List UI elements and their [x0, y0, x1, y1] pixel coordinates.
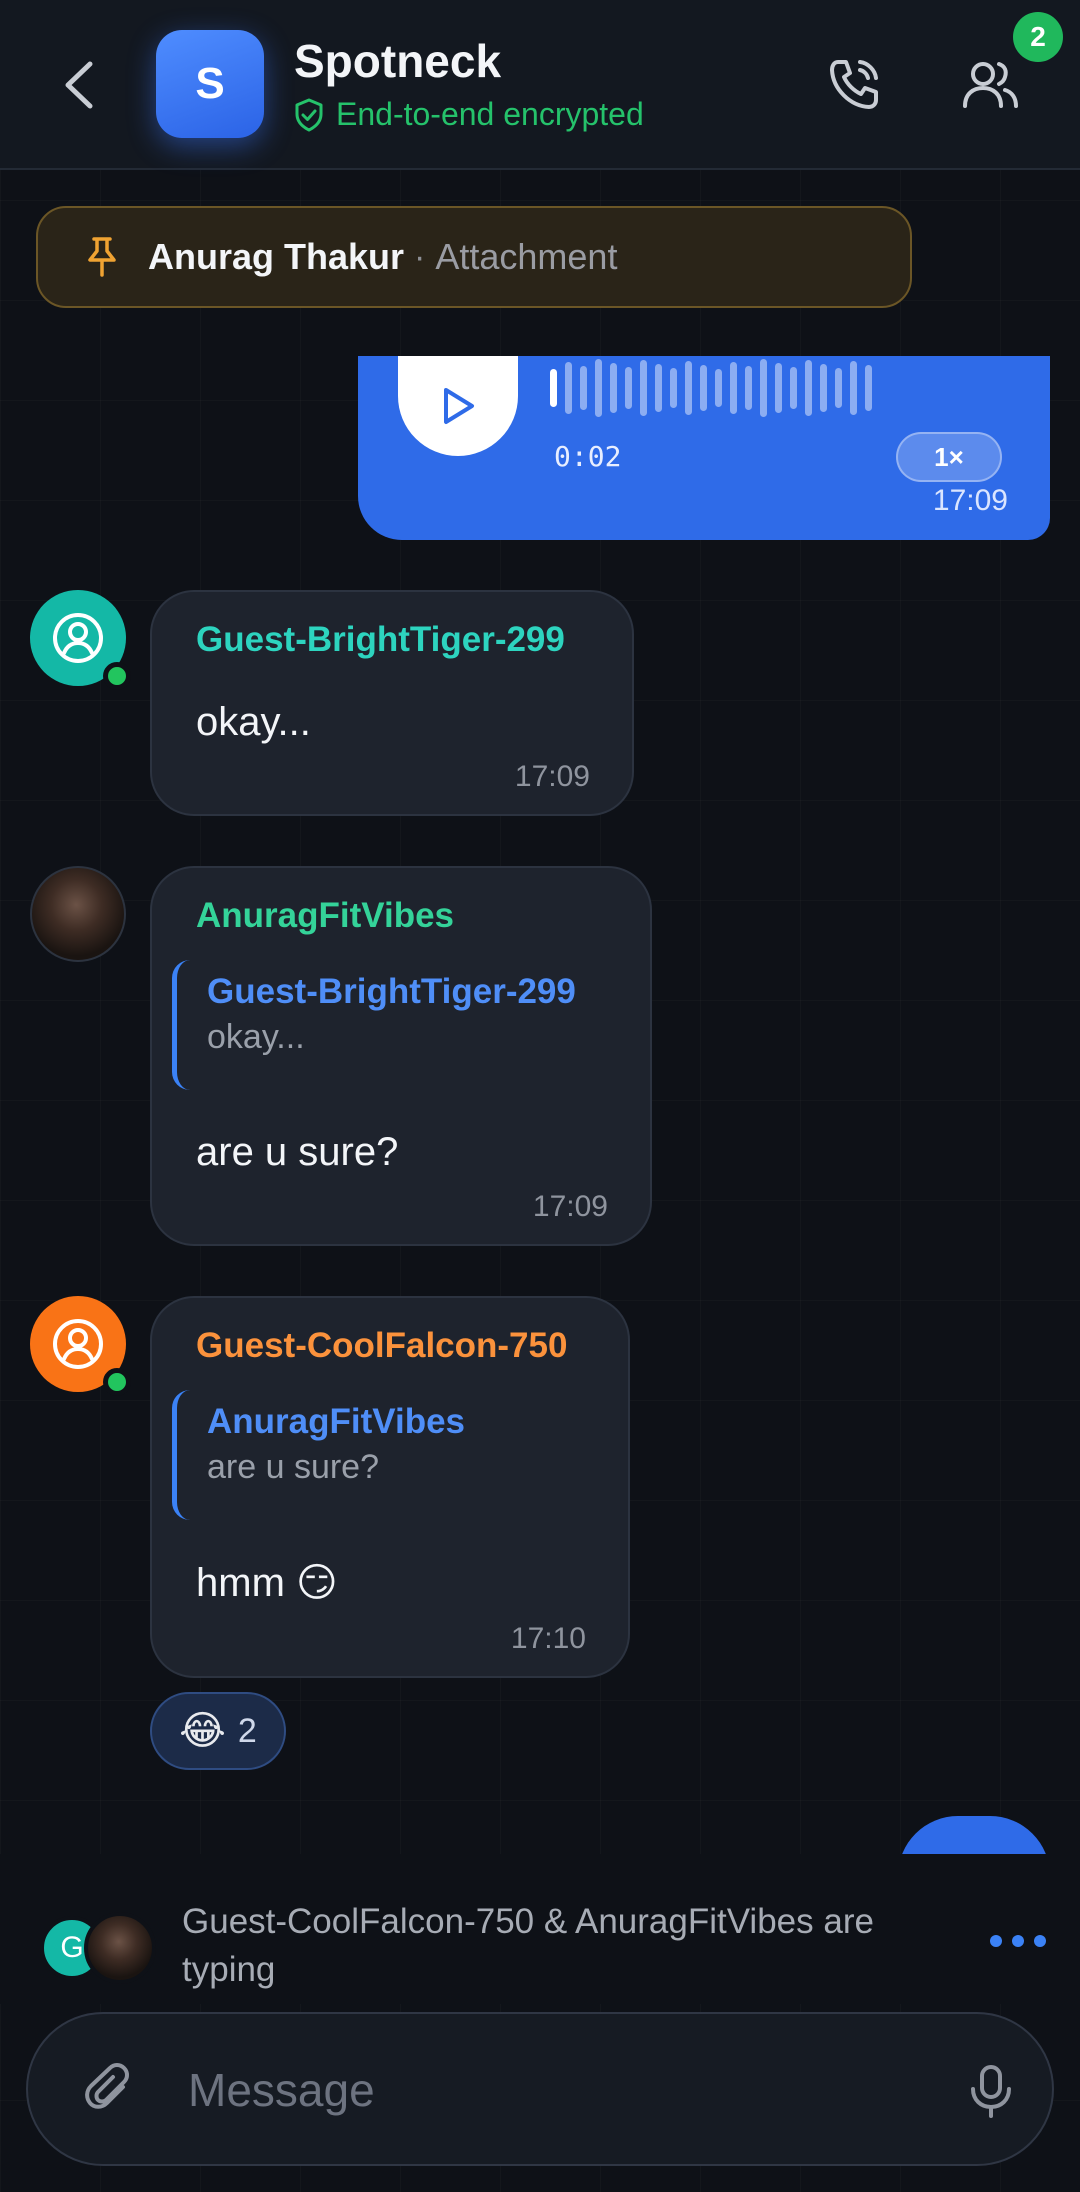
message-timestamp: 17:09	[532, 1190, 608, 1223]
waveform-bar	[820, 364, 827, 412]
shield-check-icon	[295, 98, 323, 131]
group-avatar-letter: S	[195, 59, 225, 108]
playback-speed-button[interactable]: 1×	[896, 432, 1002, 482]
reply-sender: AnuragFitVibes	[207, 1402, 466, 1441]
pin-icon	[88, 237, 116, 277]
reaction-chip[interactable]: 😂 2	[150, 1692, 286, 1770]
message-bubble[interactable]: AnuragFitVibes Guest-BrightTiger-299 oka…	[150, 866, 652, 1246]
encryption-label: End-to-end encrypted	[336, 96, 644, 132]
message-timestamp: 17:09	[514, 760, 590, 793]
waveform-bar	[835, 368, 842, 408]
chat-title[interactable]: Spotneck	[294, 34, 501, 88]
reaction-emoji: 😂	[179, 1709, 226, 1753]
reply-quote[interactable]: AnuragFitVibes are u sure?	[172, 1390, 465, 1520]
online-indicator	[103, 1368, 131, 1396]
chat-header: S Spotneck End-to-end encrypted 2	[0, 0, 1080, 170]
paperclip-icon	[85, 2063, 129, 2109]
chat-screen: S Spotneck End-to-end encrypted 2 Anurag…	[0, 0, 1080, 2192]
waveform-bar	[670, 368, 677, 408]
waveform-bar	[550, 369, 557, 407]
message-bubble[interactable]: Guest-CoolFalcon-750 AnuragFitVibes are …	[150, 1296, 630, 1678]
reply-quote[interactable]: Guest-BrightTiger-299 okay...	[172, 960, 576, 1090]
voice-duration: 0:02	[554, 440, 622, 473]
waveform-bar	[850, 361, 857, 415]
pinned-type: Attachment	[435, 236, 618, 277]
waveform-bar	[745, 366, 752, 410]
waveform-bar	[760, 359, 767, 417]
sender-name[interactable]: AnuragFitVibes	[196, 896, 454, 936]
waveform-bar	[775, 363, 782, 413]
sender-name[interactable]: Guest-BrightTiger-299	[196, 620, 565, 660]
call-button[interactable]	[820, 50, 890, 120]
message-input[interactable]	[188, 2044, 948, 2136]
user-circle-icon	[53, 1319, 103, 1369]
reply-sender: Guest-BrightTiger-299	[207, 972, 576, 1011]
group-avatar[interactable]: S	[156, 30, 264, 138]
typing-avatar	[84, 1912, 156, 1984]
voice-record-button[interactable]	[956, 2056, 1026, 2126]
encryption-status: End-to-end encrypted	[294, 96, 644, 133]
waveform-bar	[790, 367, 797, 409]
waveform-bar	[595, 359, 602, 417]
microphone-icon	[971, 2065, 1011, 2118]
play-button[interactable]	[398, 356, 518, 456]
waveform-bar	[565, 362, 572, 414]
waveform-bar	[625, 367, 632, 409]
message-timestamp: 17:09	[932, 484, 1008, 517]
typing-avatar-letter: G	[60, 1931, 84, 1964]
typing-status: Guest-CoolFalcon-750 & AnuragFitVibes ar…	[182, 1902, 874, 1989]
voice-waveform[interactable]	[550, 358, 1010, 418]
message-bubble[interactable]: Guest-BrightTiger-299 okay... 17:09	[150, 590, 634, 816]
waveform-bar	[610, 363, 617, 413]
waveform-bar	[655, 364, 662, 412]
play-icon	[444, 388, 474, 424]
reply-text: okay...	[207, 1018, 305, 1056]
message-composer	[26, 2012, 1054, 2166]
phone-call-icon	[830, 60, 878, 109]
voice-message-bubble: 0:02 1× 17:09	[358, 356, 1050, 540]
members-button[interactable]	[955, 50, 1025, 120]
message-timestamp: 17:10	[510, 1622, 586, 1655]
pinned-sender: Anurag Thakur	[148, 236, 405, 277]
waveform-bar	[805, 360, 812, 416]
online-indicator	[103, 662, 131, 690]
attach-button[interactable]	[76, 2056, 146, 2126]
sender-name[interactable]: Guest-CoolFalcon-750	[196, 1326, 567, 1366]
waveform-bar	[730, 362, 737, 414]
waveform-bar	[700, 365, 707, 411]
user-circle-icon	[53, 613, 103, 663]
back-button[interactable]	[56, 58, 102, 112]
members-count-badge: 2	[1013, 12, 1063, 62]
sender-avatar[interactable]	[30, 866, 126, 962]
message-text: okay...	[196, 700, 311, 744]
message-text: hmm 😏	[196, 1561, 338, 1605]
waveform-bar	[640, 360, 647, 416]
reply-text: are u sure?	[207, 1448, 379, 1486]
pinned-separator: ·	[414, 237, 426, 276]
pinned-message-banner[interactable]: Anurag Thakur · Attachment	[36, 206, 912, 308]
chevron-left-icon	[65, 61, 93, 109]
reaction-count: 2	[237, 1711, 257, 1750]
waveform-bar	[715, 369, 722, 407]
waveform-bar	[580, 366, 587, 410]
waveform-bar	[685, 361, 692, 415]
typing-dots	[990, 1935, 1046, 1947]
users-icon	[963, 62, 1018, 108]
waveform-bar	[865, 365, 872, 411]
message-text: are u sure?	[196, 1130, 399, 1174]
